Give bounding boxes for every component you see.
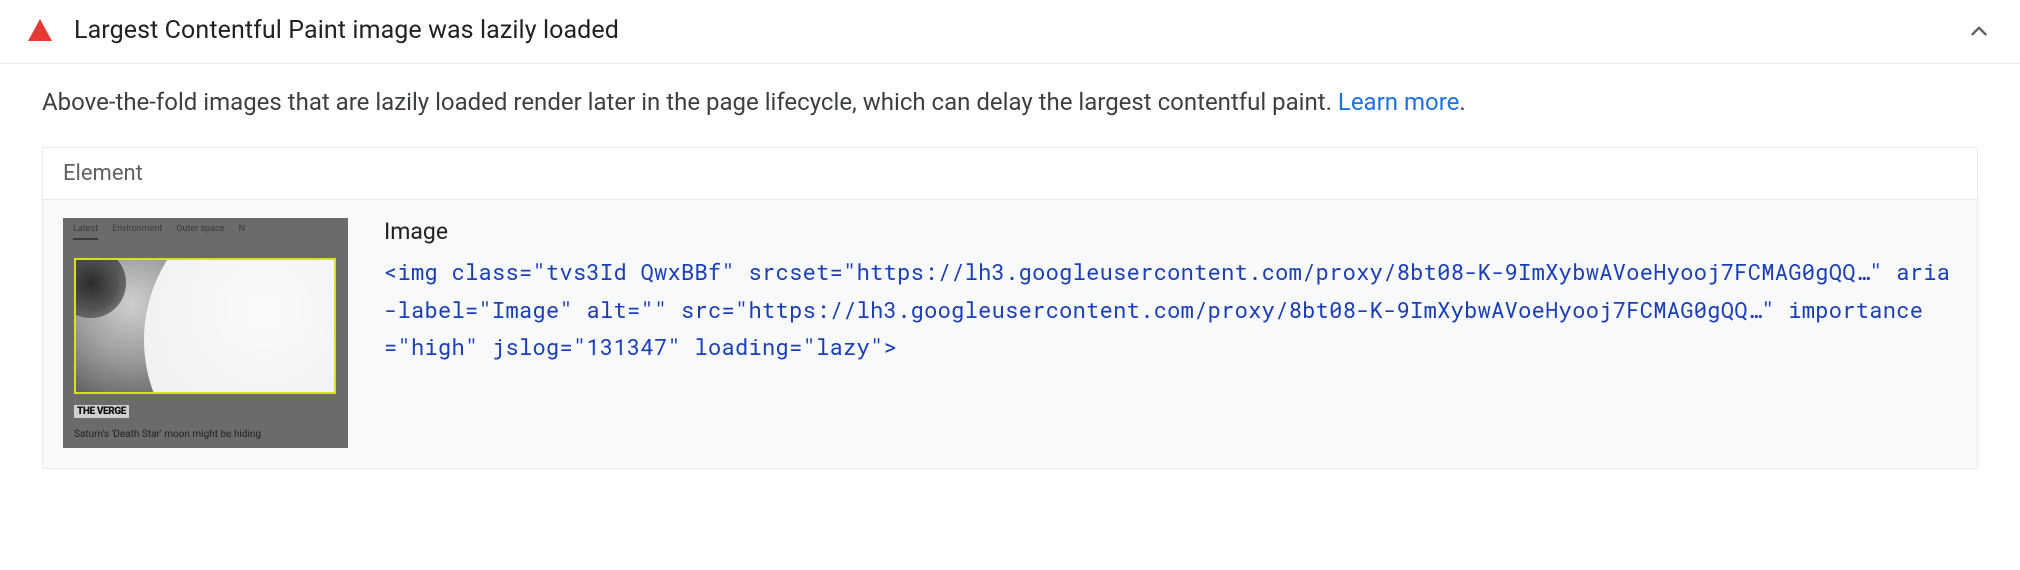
thumbnail-source: THE VERGE <box>74 405 129 418</box>
learn-more-link[interactable]: Learn more <box>1338 88 1459 116</box>
audit-description-text: Above-the-fold images that are lazily lo… <box>42 88 1338 116</box>
chevron-up-icon[interactable] <box>1966 18 1992 44</box>
panel-row: Latest Environment Outer space N THE VER… <box>43 200 1977 468</box>
panel-column-header: Element <box>43 148 1977 200</box>
thumbnail-tabs: Latest Environment Outer space N <box>73 224 338 240</box>
planet-graphic <box>144 258 336 394</box>
element-label: Image <box>384 218 1957 245</box>
thumbnail-highlight-box <box>74 258 336 394</box>
element-detail: Image <img class="tvs3Id QwxBBf" srcset=… <box>384 218 1957 365</box>
audit-item: Largest Contentful Paint image was lazil… <box>0 0 2020 499</box>
thumb-tab: Outer space <box>176 224 224 240</box>
audit-title: Largest Contentful Paint image was lazil… <box>74 16 1966 45</box>
thumb-tab: N <box>239 224 245 240</box>
thumb-tab: Latest <box>73 224 98 240</box>
audit-header[interactable]: Largest Contentful Paint image was lazil… <box>0 0 2020 64</box>
audit-description-suffix: . <box>1459 88 1465 116</box>
thumbnail-caption: Saturn's 'Death Star' moon might be hidi… <box>74 429 337 440</box>
thumb-tab: Environment <box>112 224 162 240</box>
element-thumbnail[interactable]: Latest Environment Outer space N THE VER… <box>63 218 348 448</box>
element-snippet[interactable]: <img class="tvs3Id QwxBBf" srcset="https… <box>384 253 1957 365</box>
audit-description: Above-the-fold images that are lazily lo… <box>42 84 1978 121</box>
audit-body: Above-the-fold images that are lazily lo… <box>0 64 2020 499</box>
crater-graphic <box>74 258 126 318</box>
warning-triangle-icon <box>28 19 52 41</box>
element-panel: Element Latest Environment Outer space N <box>42 147 1978 469</box>
